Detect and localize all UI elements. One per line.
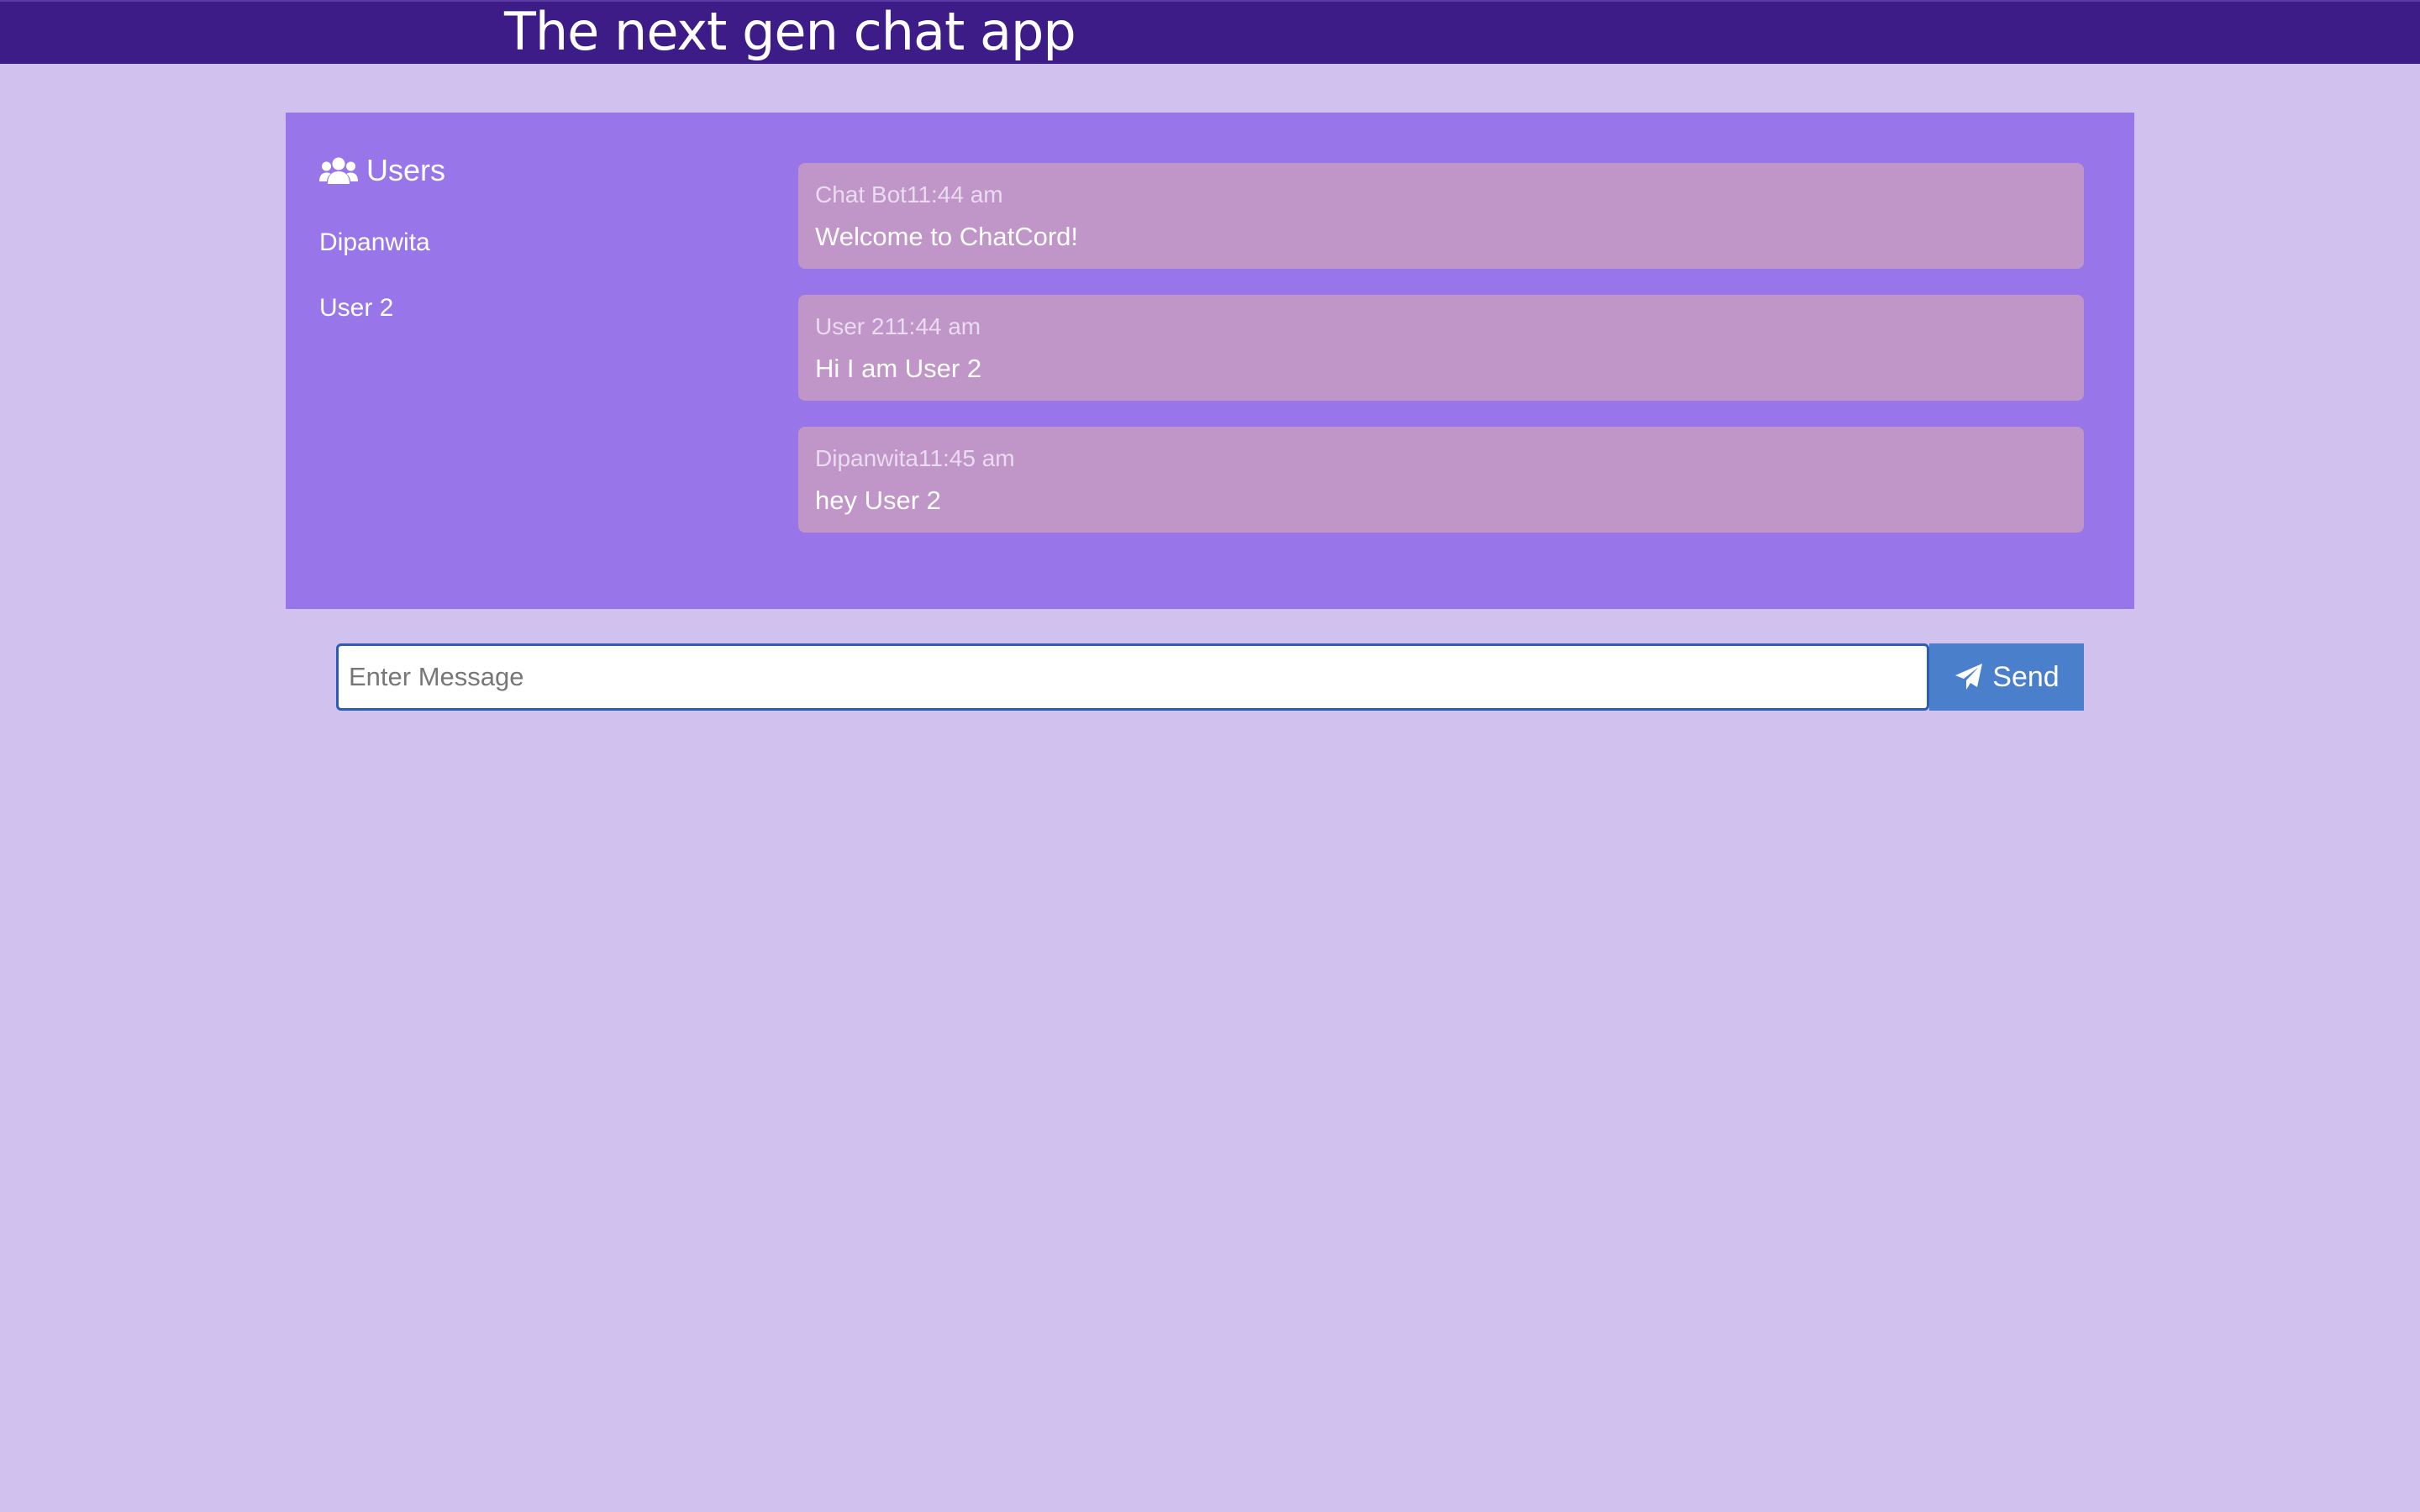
users-icon (319, 156, 358, 185)
message: Chat Bot11:44 am Welcome to ChatCord! (798, 163, 2084, 269)
message-time: 11:44 am (906, 181, 1003, 207)
users-heading: Users (319, 146, 773, 195)
app-header: The next gen chat app (0, 0, 2420, 64)
user-list: Dipanwita User 2 (319, 210, 773, 341)
message-list: Chat Bot11:44 am Welcome to ChatCord! Us… (798, 163, 2084, 559)
message-text: Welcome to ChatCord! (815, 222, 1078, 251)
message-text: hey User 2 (815, 486, 941, 515)
send-button[interactable]: Send (1929, 643, 2084, 711)
message-meta: Chat Bot11:44 am (815, 180, 2067, 210)
message: Dipanwita11:45 am hey User 2 (798, 427, 2084, 533)
paper-plane-icon (1954, 662, 1984, 692)
send-button-label: Send (1992, 660, 2060, 693)
users-heading-label: Users (366, 153, 446, 187)
app-title: The next gen chat app (504, 1, 1076, 62)
message-meta: User 211:44 am (815, 312, 2067, 342)
message-author: Chat Bot (815, 181, 907, 207)
chat-panel: Users Dipanwita User 2 Chat Bot11:44 am … (286, 113, 2134, 609)
user-list-item: User 2 (319, 294, 394, 322)
message: User 211:44 am Hi I am User 2 (798, 295, 2084, 401)
message-time: 11:45 am (918, 445, 1015, 471)
users-sidebar: Users Dipanwita User 2 (319, 146, 773, 341)
user-list-item: Dipanwita (319, 228, 430, 256)
message-input[interactable] (336, 643, 1929, 711)
message-author: User 2 (815, 313, 885, 339)
message-meta: Dipanwita11:45 am (815, 444, 2067, 474)
message-compose-form: Send (336, 643, 2084, 711)
message-text: Hi I am User 2 (815, 354, 982, 383)
message-author: Dipanwita (815, 445, 918, 471)
message-time: 11:44 am (884, 313, 981, 339)
